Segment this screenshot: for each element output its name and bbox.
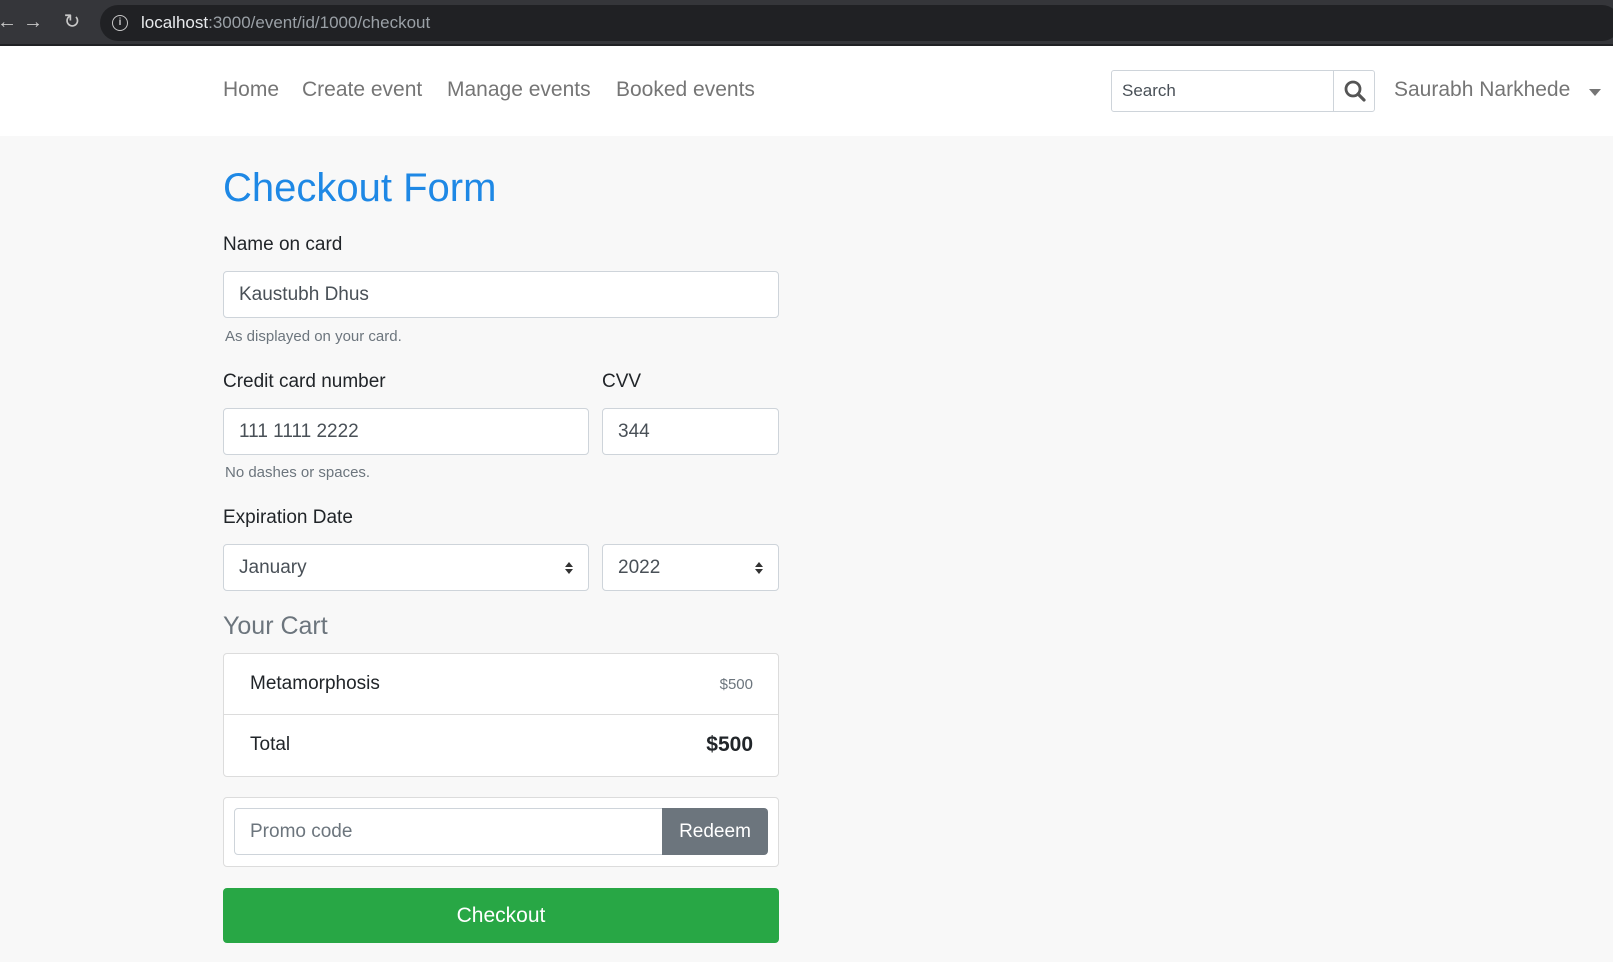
site-navbar: Home Create event Manage events Booked e… bbox=[0, 46, 1613, 136]
nav-link-home[interactable]: Home bbox=[223, 78, 279, 102]
user-menu[interactable]: Saurabh Narkhede bbox=[1394, 78, 1570, 102]
expiry-year-select[interactable]: 2022 bbox=[602, 544, 779, 591]
expiry-month-value: January bbox=[239, 557, 307, 578]
select-arrows-icon bbox=[565, 562, 573, 574]
cart-item: Metamorphosis $500 bbox=[224, 654, 778, 715]
expiration-date-label: Expiration Date bbox=[223, 507, 353, 528]
nav-link-manage-events[interactable]: Manage events bbox=[447, 78, 591, 102]
cart-list: Metamorphosis $500 Total $500 bbox=[223, 653, 779, 777]
cart-total-value: $500 bbox=[706, 733, 753, 756]
nav-link-booked-events[interactable]: Booked events bbox=[616, 78, 755, 102]
forward-arrow-icon[interactable]: → bbox=[20, 9, 46, 35]
search-icon bbox=[1344, 80, 1366, 102]
card-number-help: No dashes or spaces. bbox=[225, 464, 371, 481]
select-arrows-icon bbox=[755, 562, 763, 574]
card-number-input[interactable] bbox=[223, 408, 589, 455]
checkout-button[interactable]: Checkout bbox=[223, 888, 779, 943]
cvv-input[interactable] bbox=[602, 408, 779, 455]
redeem-button[interactable]: Redeem bbox=[662, 808, 768, 855]
card-number-label: Credit card number bbox=[223, 371, 386, 392]
reload-icon[interactable]: ↻ bbox=[59, 9, 85, 35]
name-on-card-input[interactable] bbox=[223, 271, 779, 318]
promo-code-card: Redeem bbox=[223, 797, 779, 867]
search-input[interactable] bbox=[1111, 70, 1334, 112]
back-arrow-icon[interactable]: ← bbox=[0, 9, 20, 35]
address-bar[interactable]: i localhost:3000/event/id/1000/checkout bbox=[100, 5, 1613, 41]
cvv-label: CVV bbox=[602, 371, 642, 392]
url-text[interactable]: localhost:3000/event/id/1000/checkout bbox=[141, 13, 430, 33]
cart-item-name: Metamorphosis bbox=[250, 673, 380, 694]
nav-link-create-event[interactable]: Create event bbox=[302, 78, 422, 102]
browser-toolbar: ← → ↻ i localhost:3000/event/id/1000/che… bbox=[0, 0, 1613, 46]
expiry-year-value: 2022 bbox=[618, 557, 661, 578]
cart-title: Your Cart bbox=[223, 612, 328, 640]
page-title: Checkout Form bbox=[223, 166, 497, 210]
expiry-month-select[interactable]: January bbox=[223, 544, 589, 591]
name-on-card-label: Name on card bbox=[223, 234, 343, 255]
cart-total-row: Total $500 bbox=[224, 715, 778, 776]
info-icon[interactable]: i bbox=[112, 15, 128, 31]
name-on-card-help: As displayed on your card. bbox=[225, 328, 402, 345]
search-button[interactable] bbox=[1333, 70, 1375, 112]
chevron-down-icon[interactable] bbox=[1589, 89, 1601, 96]
cart-total-label: Total bbox=[250, 734, 291, 755]
promo-code-input[interactable] bbox=[234, 808, 663, 855]
cart-item-price: $500 bbox=[719, 676, 753, 693]
search-group bbox=[1111, 70, 1375, 112]
